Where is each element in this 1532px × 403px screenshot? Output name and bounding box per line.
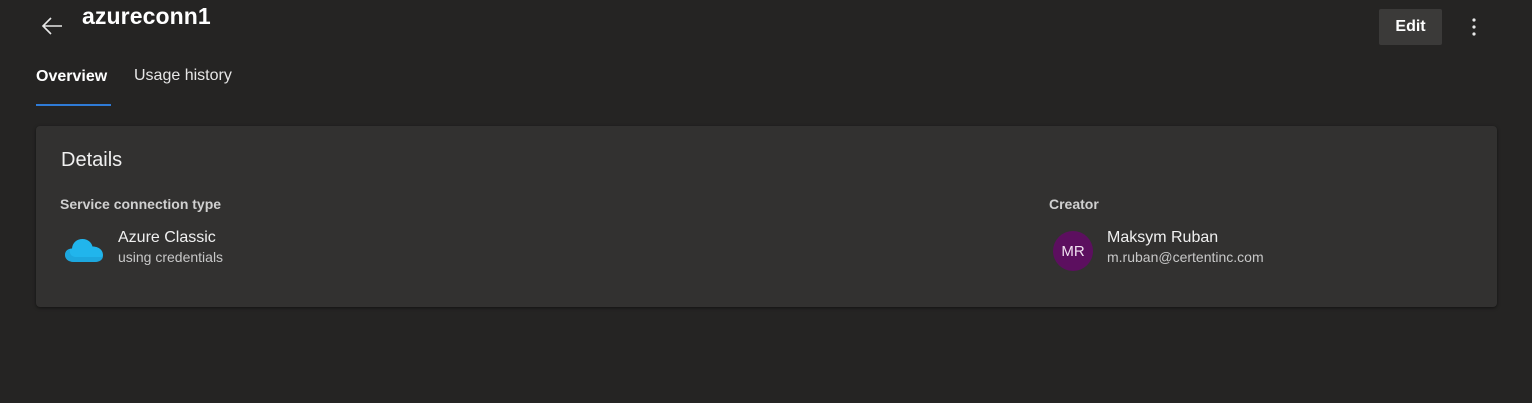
edit-button[interactable]: Edit — [1379, 9, 1442, 45]
back-button[interactable] — [34, 10, 70, 42]
more-options-button[interactable] — [1458, 10, 1490, 44]
service-connection-type-name: Azure Classic — [118, 229, 216, 246]
more-vertical-icon — [1472, 18, 1476, 36]
page-title: azureconn1 — [82, 3, 211, 29]
service-connection-type-label: Service connection type — [60, 196, 222, 212]
service-connection-type-subtitle: using credentials — [118, 249, 224, 265]
service-connection-page: azureconn1 Edit Overview Usage history D… — [0, 0, 1532, 403]
tab-overview[interactable]: Overview — [36, 68, 111, 106]
card-title: Details — [61, 149, 123, 171]
creator-label: Creator — [1049, 196, 1099, 212]
creator-email: m.ruban@certentinc.com — [1107, 249, 1264, 265]
creator-name: Maksym Ruban — [1107, 229, 1219, 246]
tab-usage-history[interactable]: Usage history — [134, 67, 232, 105]
arrow-left-icon — [41, 17, 62, 35]
avatar: MR — [1053, 231, 1093, 271]
azure-cloud-icon — [64, 235, 104, 265]
details-card: Details Service connection type Azure Cl… — [36, 126, 1497, 307]
